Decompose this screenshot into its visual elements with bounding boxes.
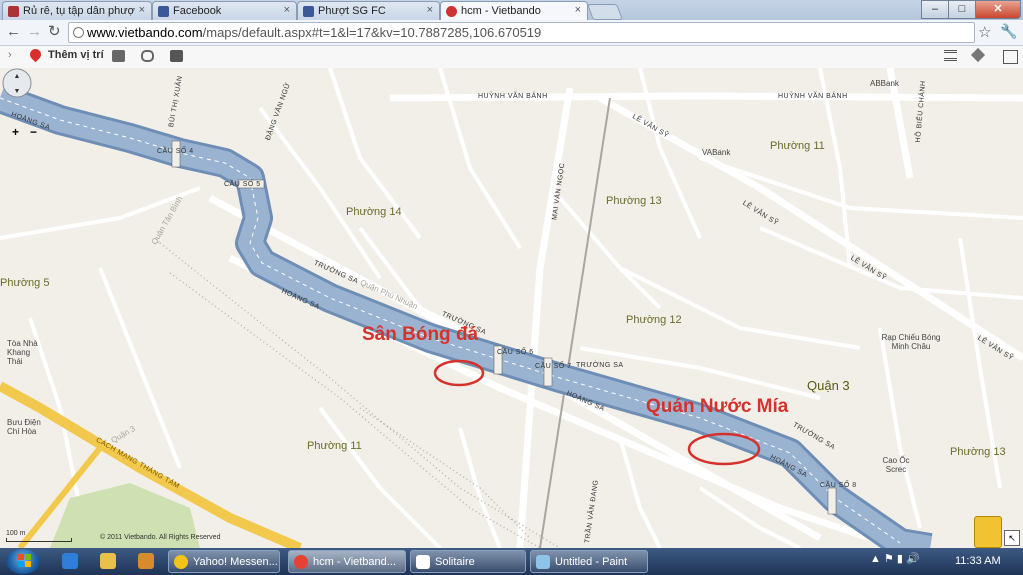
address-toolbar: ← → ↻ www.vietbando.com/maps/default.asp…	[0, 20, 1023, 46]
ward-label: Phường 5	[0, 277, 50, 289]
bridge-label: CẦU SỐ 8	[820, 482, 857, 489]
tab-facebook[interactable]: Facebook ×	[152, 1, 297, 20]
tab-label: Phượt SG FC	[318, 5, 386, 17]
ward-label: Phường 13	[606, 195, 662, 207]
resize-corner-icon[interactable]: ↖	[1004, 530, 1020, 546]
tab-label: hcm - Vietbando	[461, 5, 541, 17]
tab-ru-re[interactable]: Rủ rê, tụ tập dân phượ ×	[2, 1, 152, 20]
ward-label: Phường 12	[626, 314, 682, 326]
zoom-in-button[interactable]: +	[12, 125, 19, 139]
solitaire-icon	[416, 555, 430, 569]
browser-tab-strip: Rủ rê, tụ tập dân phượ × Facebook × Phượ…	[0, 0, 1023, 20]
taskbar-item-label: Yahoo! Messen...	[193, 556, 278, 568]
svg-text:▲: ▲	[14, 73, 21, 80]
maximize-button[interactable]: □	[948, 0, 976, 19]
url-domain: www.vietbando.com	[87, 25, 203, 40]
internet-explorer-icon[interactable]	[62, 553, 78, 569]
zoom-out-button[interactable]: −	[30, 125, 37, 139]
start-button[interactable]	[6, 549, 40, 574]
taskbar-item-label: hcm - Vietband...	[313, 556, 396, 568]
expand-arrow-icon[interactable]: ›	[8, 49, 12, 61]
bridge-label: CẦU SỐ 4	[157, 148, 194, 155]
layers-icon[interactable]	[944, 50, 957, 61]
reload-icon[interactable]: ↻	[48, 24, 61, 40]
bridge-label: CẦU SỐ 5	[224, 181, 261, 188]
railway	[159, 242, 561, 548]
map-viewport[interactable]: Phường 14 Phường 13 Phường 11 Phường 12 …	[0, 68, 1023, 548]
bridge-label: CẦU SỐ 6	[497, 349, 534, 356]
ward-label: Phường 11	[307, 440, 362, 452]
add-location-button[interactable]: Thêm vị trí	[48, 49, 104, 61]
taskbar-yahoo-messenger[interactable]: Yahoo! Messen...	[168, 550, 280, 573]
bridge-label: CẦU SỐ 7	[535, 363, 572, 370]
copyright-text: © 2011 Vietbando. All Rights Reserved	[100, 534, 221, 541]
road-label: TRƯỜNG SA	[576, 362, 624, 369]
bookmark-star-icon[interactable]: ☆	[978, 23, 991, 41]
paint-icon	[536, 555, 550, 569]
facebook-icon	[158, 6, 169, 17]
district-label: Quận 3	[807, 378, 850, 393]
folder-icon[interactable]	[100, 553, 116, 569]
street-view-pegman-icon[interactable]	[974, 516, 1002, 548]
window-controls: – □ ✕	[921, 0, 1021, 19]
ruler-icon[interactable]	[970, 47, 986, 63]
place-label: ABBank	[870, 79, 899, 88]
close-tab-icon[interactable]: ×	[139, 4, 145, 16]
place-label: Tòa Nhà Khang Thái	[7, 339, 38, 366]
facebook-icon	[303, 6, 314, 17]
taskbar-chrome-vietbando[interactable]: hcm - Vietband...	[288, 550, 406, 573]
forward-arrow-icon[interactable]: →	[27, 24, 42, 40]
football-field-annotation: Sân Bóng đá	[362, 324, 479, 345]
close-tab-icon[interactable]: ×	[284, 4, 290, 16]
print-icon[interactable]	[112, 50, 125, 62]
system-tray-icons[interactable]: ▲ ⚑ ▮ 🔊	[870, 552, 920, 565]
url-input[interactable]: www.vietbando.com/maps/default.aspx#t=1&…	[68, 22, 975, 43]
close-tab-icon[interactable]: ×	[427, 4, 433, 16]
tab-label: Rủ rê, tụ tập dân phượ	[23, 5, 135, 17]
svg-text:▼: ▼	[14, 88, 21, 95]
tab-vietbando[interactable]: hcm - Vietbando ×	[440, 1, 588, 20]
tab-label: Facebook	[173, 5, 222, 17]
new-tab-button[interactable]	[587, 4, 623, 20]
location-pin-icon	[27, 46, 44, 63]
map-toolbar: › Thêm vị trí	[0, 46, 1023, 69]
tab-phuot-sg[interactable]: Phượt SG FC ×	[297, 1, 440, 20]
place-label: VABank	[702, 148, 731, 157]
sugarcane-shop-annotation: Quán Nước Mía	[646, 396, 789, 417]
taskbar-solitaire[interactable]: Solitaire	[410, 550, 526, 573]
road-label: HUỲNH VĂN BÁNH	[778, 93, 848, 100]
ward-label: Phường 13	[950, 446, 1006, 458]
yahoo-messenger-icon	[174, 555, 188, 569]
close-tab-icon[interactable]: ×	[575, 4, 581, 16]
page-info-icon[interactable]	[73, 27, 84, 38]
minimize-button[interactable]: –	[921, 0, 949, 19]
scale-bar	[6, 538, 72, 542]
zoom-control[interactable]: ▲ ▼	[0, 68, 34, 102]
camera-icon[interactable]	[170, 50, 183, 62]
taskbar-paint[interactable]: Untitled - Paint	[530, 550, 648, 573]
ward-label: Phường 14	[346, 206, 402, 218]
media-player-icon[interactable]	[138, 553, 154, 569]
taskbar-clock[interactable]: 11:33 AM	[955, 555, 1001, 567]
scale-label: 100 m	[6, 530, 26, 537]
back-arrow-icon[interactable]: ←	[6, 24, 21, 40]
fullscreen-icon[interactable]	[1003, 50, 1018, 64]
link-icon[interactable]	[141, 50, 154, 62]
url-path: /maps/default.aspx#t=1&l=17&kv=10.788728…	[202, 25, 542, 40]
place-label: Cao Ốc Screc	[882, 456, 910, 474]
wrench-menu-icon[interactable]: 🔧	[1000, 23, 1017, 40]
ward-label: Phường 11	[770, 140, 825, 152]
taskbar-item-label: Untitled - Paint	[555, 556, 628, 568]
place-label: Bưu Điện Chí Hòa	[7, 418, 41, 436]
site-favicon-icon	[8, 6, 19, 17]
vietbando-icon	[446, 6, 457, 17]
close-window-button[interactable]: ✕	[975, 0, 1021, 19]
windows-logo-icon	[18, 554, 31, 567]
place-label: Rạp Chiếu Bóng Minh Châu	[881, 333, 941, 351]
taskbar-item-label: Solitaire	[435, 556, 475, 568]
chrome-icon	[294, 555, 308, 569]
windows-taskbar: Yahoo! Messen... hcm - Vietband... Solit…	[0, 548, 1023, 575]
road-label: HUỲNH VĂN BÁNH	[478, 93, 548, 100]
